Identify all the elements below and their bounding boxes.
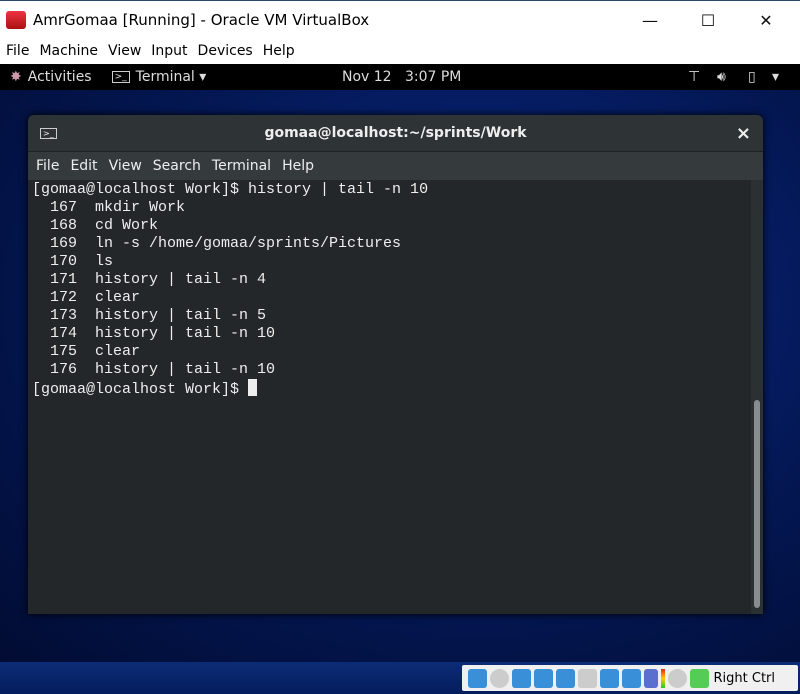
tmenu-help[interactable]: Help: [282, 158, 314, 174]
tmenu-view[interactable]: View: [109, 158, 142, 174]
gnome-topbar: ✸ Activities >_ Terminal ▾ Nov 12 3:07 P…: [0, 64, 800, 90]
hard-disk-icon[interactable]: [467, 668, 487, 688]
minimize-button[interactable]: —: [627, 1, 673, 39]
terminal-line: 167 mkdir Work: [32, 199, 186, 216]
terminal-line: [gomaa@localhost Work]$ history | tail -…: [32, 181, 429, 198]
battery-icon[interactable]: ▯: [748, 69, 756, 85]
terminal-menubar: File Edit View Search Terminal Help: [28, 152, 763, 180]
terminal-title: gomaa@localhost:~/sprints/Work: [264, 125, 527, 141]
terminal-line: 175 clear: [32, 343, 141, 360]
scrollbar-thumb[interactable]: [754, 400, 760, 608]
activities-icon: ✸: [10, 69, 22, 85]
terminal-line: 172 clear: [32, 289, 141, 306]
app-menu[interactable]: Terminal ▾: [136, 69, 207, 85]
audio-icon[interactable]: [511, 668, 531, 688]
terminal-line: 171 history | tail -n 4: [32, 271, 267, 288]
menu-view[interactable]: View: [108, 43, 141, 59]
window-title: AmrGomaa [Running] - Oracle VM VirtualBo…: [33, 10, 370, 29]
terminal-output[interactable]: [gomaa@localhost Work]$ history | tail -…: [28, 180, 763, 614]
vb-menubar: File Machine View Input Devices Help: [0, 38, 800, 64]
terminal-app-icon: >_: [111, 71, 130, 83]
terminal-icon: >_: [40, 127, 57, 139]
menu-help[interactable]: Help: [263, 43, 295, 59]
system-menu-arrow[interactable]: ▾: [772, 69, 779, 85]
mouse-integration-icon[interactable]: [667, 668, 687, 688]
volume-icon[interactable]: 🔊︎: [717, 69, 726, 85]
tmenu-file[interactable]: File: [36, 158, 59, 174]
prompt-line[interactable]: [gomaa@localhost Work]$: [32, 379, 763, 399]
tmenu-terminal[interactable]: Terminal: [212, 158, 271, 174]
network-icon[interactable]: ⊤: [688, 69, 700, 85]
terminal-line: 169 ln -s /home/gomaa/sprints/Pictures: [32, 235, 402, 252]
vm-screen[interactable]: ✸ Activities >_ Terminal ▾ Nov 12 3:07 P…: [0, 64, 800, 662]
terminal-line: 168 cd Work: [32, 217, 159, 234]
terminal-line: 170 ls: [32, 253, 114, 270]
video-capture-icon[interactable]: [621, 668, 641, 688]
host-key-label: Right Ctrl: [713, 670, 776, 686]
terminal-window: >_ gomaa@localhost:~/sprints/Work × File…: [28, 115, 763, 614]
menu-input[interactable]: Input: [151, 43, 187, 59]
tmenu-search[interactable]: Search: [153, 158, 201, 174]
close-button[interactable]: ✕: [743, 1, 789, 39]
shared-folders-icon[interactable]: [577, 668, 597, 688]
terminal-titlebar: >_ gomaa@localhost:~/sprints/Work ×: [28, 115, 763, 152]
terminal-line: 176 history | tail -n 10: [32, 361, 276, 378]
maximize-button[interactable]: ☐: [685, 1, 731, 39]
network-adapter-icon[interactable]: [533, 668, 553, 688]
keyboard-capture-icon[interactable]: [689, 668, 709, 688]
cpu-indicator: [660, 668, 665, 688]
text-cursor: [248, 379, 258, 396]
vt-x-icon[interactable]: [643, 668, 658, 688]
scrollbar[interactable]: [751, 180, 763, 614]
clock[interactable]: Nov 12 3:07 PM: [342, 69, 461, 85]
display-icon[interactable]: [599, 668, 619, 688]
window-titlebar: AmrGomaa [Running] - Oracle VM VirtualBo…: [0, 0, 800, 38]
menu-machine[interactable]: Machine: [39, 43, 98, 59]
virtualbox-icon: [6, 10, 26, 29]
terminal-line: 173 history | tail -n 5: [32, 307, 267, 324]
vb-statusbar: Right Ctrl: [0, 662, 800, 694]
activities-button[interactable]: Activities: [28, 69, 92, 85]
menu-file[interactable]: File: [6, 43, 29, 59]
terminal-line: 174 history | tail -n 10: [32, 325, 276, 342]
usb-icon[interactable]: [555, 668, 575, 688]
tmenu-edit[interactable]: Edit: [70, 158, 97, 174]
menu-devices[interactable]: Devices: [198, 43, 253, 59]
optical-drive-icon[interactable]: [489, 668, 509, 688]
prompt: [gomaa@localhost Work]$: [32, 381, 249, 398]
terminal-close-button[interactable]: ×: [736, 123, 751, 144]
